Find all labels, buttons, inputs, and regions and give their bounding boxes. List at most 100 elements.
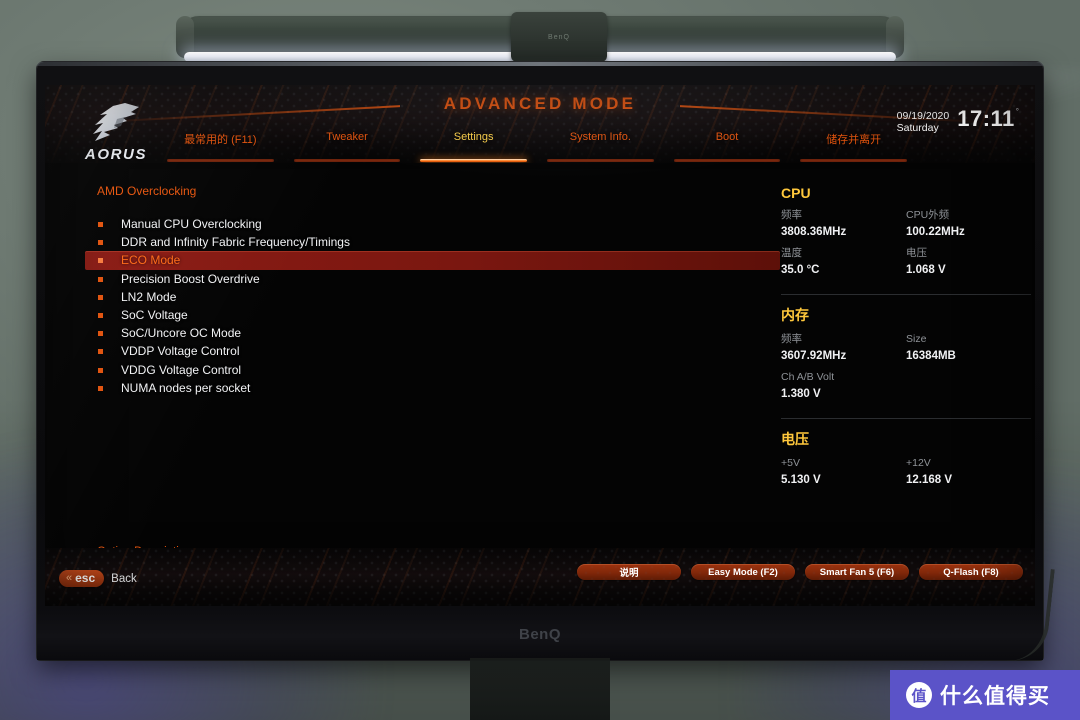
list-item[interactable]: NUMA nodes per socket (85, 379, 785, 397)
info-grid: +5V +12V 5.130 V 12.168 V (781, 455, 1031, 492)
tab-boot[interactable]: Boot (664, 131, 791, 162)
tab-system-info-underline (547, 159, 654, 162)
tab-boot-label: Boot (715, 131, 739, 143)
info-value: 100.22MHz (906, 226, 965, 238)
menu-item-label: LN2 Mode (121, 289, 177, 304)
tab-save-and-exit-label: 储存并离开 (826, 134, 882, 146)
aorus-logo: AORUS (67, 101, 165, 163)
info-value: 1.068 V (906, 264, 946, 276)
menu-item-label: VDDP Voltage Control (121, 344, 240, 359)
menu-item-label: Precision Boost Overdrive (121, 271, 260, 286)
back-button[interactable]: « esc Back (59, 570, 137, 587)
list-item[interactable]: Manual CPU Overclocking (85, 215, 785, 233)
bullet-icon (98, 312, 103, 318)
list-item[interactable]: Precision Boost Overdrive (85, 270, 785, 288)
monitor-stand-neck (470, 658, 610, 720)
smart-fan-button[interactable]: Smart Fan 5 (F6) (805, 564, 909, 580)
tab-settings-underline (420, 159, 527, 162)
clock-degree-mark: ° (1015, 107, 1019, 116)
list-item[interactable]: VDDG Voltage Control (85, 361, 785, 379)
info-key: Ch A/B Volt (781, 371, 835, 383)
list-item[interactable]: VDDP Voltage Control (85, 342, 785, 360)
bezel-top-highlight (37, 62, 1043, 66)
info-key-empty (906, 369, 1031, 385)
tab-settings[interactable]: Settings (410, 131, 537, 162)
info-key: 频率 (781, 333, 802, 345)
menu-item-label: Manual CPU Overclocking (121, 217, 262, 232)
bios-clock: 09/19/2020 Saturday 17:11 ° (897, 106, 1019, 135)
light-bar-brand-label: BenQ (548, 33, 570, 41)
tab-settings-label: Settings (453, 131, 494, 143)
info-grid: 频率 CPU外频 3808.36MHz 100.22MHz 温度 电压 35.0… (781, 207, 1031, 282)
info-section-heading: 内存 (781, 307, 809, 323)
clock-time: 17:11 (957, 106, 1015, 131)
light-bar-control-hub[interactable]: BenQ (511, 12, 607, 62)
info-key: Size (906, 333, 927, 345)
list-item[interactable]: SoC Voltage (85, 306, 785, 324)
tab-save-and-exit-underline (800, 159, 907, 162)
list-item[interactable]: LN2 Mode (85, 288, 785, 306)
back-label: Back (111, 572, 137, 585)
chevron-left-icon: « (66, 571, 73, 584)
info-key: +5V (781, 457, 800, 469)
esc-key-pill[interactable]: « esc (59, 570, 105, 587)
bios-body: AMD Overclocking Manual CPU Overclocking… (45, 163, 1035, 579)
info-section-cpu: CPU 频率 CPU外频 3808.36MHz 100.22MHz 温度 电压 … (781, 175, 1031, 294)
bios-nav-tabs[interactable]: 最常用的 (F11) Tweaker Settings System Info. (157, 131, 917, 162)
tab-favorites[interactable]: 最常用的 (F11) (157, 131, 284, 162)
info-value: 5.130 V (781, 474, 821, 486)
info-key: 温度 (781, 247, 802, 259)
bullet-icon (98, 240, 103, 246)
menu-item-label: SoC Voltage (121, 308, 188, 323)
menu-item-label: VDDG Voltage Control (121, 362, 242, 377)
info-value: 35.0 °C (781, 264, 820, 276)
easy-mode-button-label: Easy Mode (F2) (708, 566, 778, 578)
tab-system-info[interactable]: System Info. (537, 131, 664, 162)
tab-tweaker[interactable]: Tweaker (284, 131, 411, 162)
info-section-memory: 内存 频率 Size 3607.92MHz 16384MB Ch A/B Vol… (781, 294, 1031, 418)
info-key: 电压 (906, 247, 927, 259)
list-item[interactable]: SoC/Uncore OC Mode (85, 324, 785, 342)
clock-date-block: 09/19/2020 Saturday (897, 107, 950, 134)
monitor-chin-bezel: BenQ (37, 608, 1043, 660)
menu-item-label: NUMA nodes per socket (121, 380, 251, 395)
info-section-heading: CPU (781, 185, 811, 201)
smart-fan-button-label: Smart Fan 5 (F6) (819, 566, 895, 578)
aorus-falcon-icon (93, 103, 139, 141)
tab-favorites-underline (167, 159, 274, 162)
info-value-empty (906, 386, 1031, 403)
bullet-icon (98, 276, 103, 282)
info-key: 频率 (781, 209, 802, 221)
list-item[interactable]: DDR and Infinity Fabric Frequency/Timing… (85, 233, 785, 251)
watermark: 值 什么值得买 (890, 670, 1080, 720)
easy-mode-button[interactable]: Easy Mode (F2) (691, 564, 795, 580)
page-title-wrapper: ADVANCED MODE (45, 89, 1035, 119)
help-button-label: 说明 (619, 568, 639, 579)
settings-menu-list: Manual CPU Overclocking DDR and Infinity… (85, 215, 785, 397)
bullet-icon (98, 385, 103, 391)
tab-save-and-exit[interactable]: 储存并离开 (790, 131, 917, 162)
tab-tweaker-underline (293, 159, 401, 162)
help-button[interactable]: 说明 (577, 564, 681, 580)
info-section-heading: 电压 (781, 431, 809, 447)
hardware-info-panel: CPU 频率 CPU外频 3808.36MHz 100.22MHz 温度 电压 … (781, 175, 1031, 504)
bullet-icon (98, 294, 103, 300)
list-item-selected[interactable]: ECO Mode (85, 251, 780, 270)
q-flash-button-label: Q-Flash (F8) (943, 566, 999, 578)
bullet-icon (98, 331, 103, 337)
clock-date: 09/19/2020 (896, 110, 950, 122)
info-value: 1.380 V (781, 388, 821, 400)
bullet-icon (98, 349, 103, 355)
photo-background: BenQ ADVANCED MODE AORUS 09/19/2020 Satu… (0, 0, 1080, 720)
info-section-voltage: 电压 +5V +12V 5.130 V 12.168 V (781, 418, 1031, 504)
bios-footer-banner: « esc Back 说明 Easy Mode (F2) Smart Fan 5… (45, 548, 1035, 606)
bios-header-banner: ADVANCED MODE AORUS 09/19/2020 Saturday … (45, 85, 1035, 163)
tab-favorites-label: 最常用的 (F11) (184, 134, 257, 146)
tab-boot-underline (673, 159, 781, 162)
info-value: 12.168 V (906, 474, 953, 486)
info-key: +12V (906, 457, 931, 469)
watermark-text: 什么值得买 (940, 685, 1050, 708)
function-key-bar[interactable]: 说明 Easy Mode (F2) Smart Fan 5 (F6) Q-Fla… (577, 564, 1023, 580)
menu-item-label: SoC/Uncore OC Mode (121, 326, 242, 341)
menu-item-label: ECO Mode (121, 253, 181, 268)
